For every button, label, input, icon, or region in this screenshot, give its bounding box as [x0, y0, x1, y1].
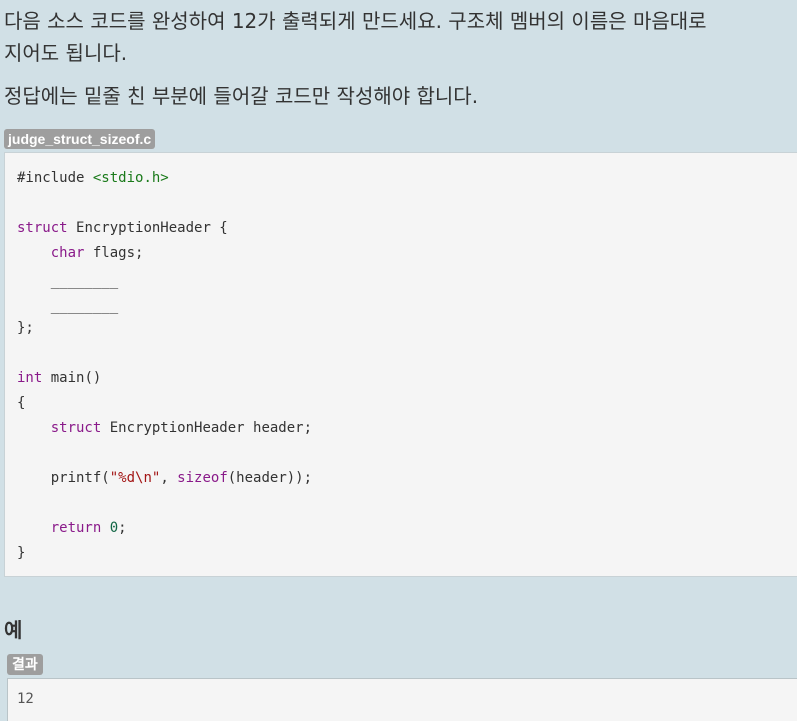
printf-comma: ,	[160, 470, 178, 486]
member-flags: flags;	[92, 245, 144, 261]
code-line-member-flags: char flags;	[17, 241, 144, 266]
main-signature: main()	[50, 370, 102, 386]
instruction-line-3: 정답에는 밑줄 친 부분에 들어갈 코드만 작성해야 합니다.	[4, 84, 479, 108]
struct-name: EncryptionHeader {	[76, 220, 228, 236]
code-line-blank-1: ________	[17, 269, 118, 294]
struct-close: };	[17, 320, 34, 336]
blank-underline-1: ________	[50, 273, 119, 289]
code-line-return: return 0;	[17, 516, 127, 541]
result-label-tag: 결과	[7, 654, 43, 675]
sizeof-argument: (header));	[227, 470, 313, 486]
return-keyword: return	[50, 520, 102, 536]
int-keyword: int	[17, 370, 43, 386]
code-line-struct-decl: struct EncryptionHeader {	[17, 216, 228, 241]
instruction-line-2: 지어도 됩니다.	[4, 41, 128, 65]
code-line-printf: printf("%d\n", sizeof(header));	[17, 466, 312, 491]
filename-tag: judge_struct_sizeof.c	[4, 129, 156, 149]
struct-keyword-2: struct	[50, 420, 102, 436]
code-line-main: int main()	[17, 366, 101, 391]
code-block: #include <stdio.h> struct EncryptionHead…	[4, 152, 797, 577]
instruction-line-1: 다음 소스 코드를 완성하여 12가 출력되게 만드세요. 구조체 멤버의 이름…	[4, 9, 707, 33]
code-line-struct-close: };	[17, 316, 34, 341]
result-output-value: 12	[17, 691, 34, 707]
code-line-open-brace: {	[17, 391, 25, 416]
example-heading: 예	[4, 618, 23, 642]
sizeof-keyword: sizeof	[177, 470, 228, 486]
blank-underline-2: ________	[50, 298, 119, 314]
code-line-close-brace: }	[17, 541, 25, 566]
code-line-declaration: struct EncryptionHeader header;	[17, 416, 312, 441]
return-semicolon: ;	[118, 520, 127, 536]
return-value: 0	[109, 520, 119, 536]
struct-keyword: struct	[17, 220, 68, 236]
open-brace: {	[17, 395, 26, 411]
close-brace: }	[17, 545, 26, 561]
include-directive: #include	[17, 170, 85, 186]
printf-function: printf(	[50, 470, 110, 486]
code-line-include: #include <stdio.h>	[17, 166, 169, 191]
char-keyword: char	[50, 245, 85, 261]
declaration-rest: EncryptionHeader header;	[109, 420, 313, 436]
result-output-box: 12	[7, 678, 797, 721]
include-header: <stdio.h>	[92, 170, 169, 186]
printf-format-string: "%d\n"	[109, 470, 161, 486]
